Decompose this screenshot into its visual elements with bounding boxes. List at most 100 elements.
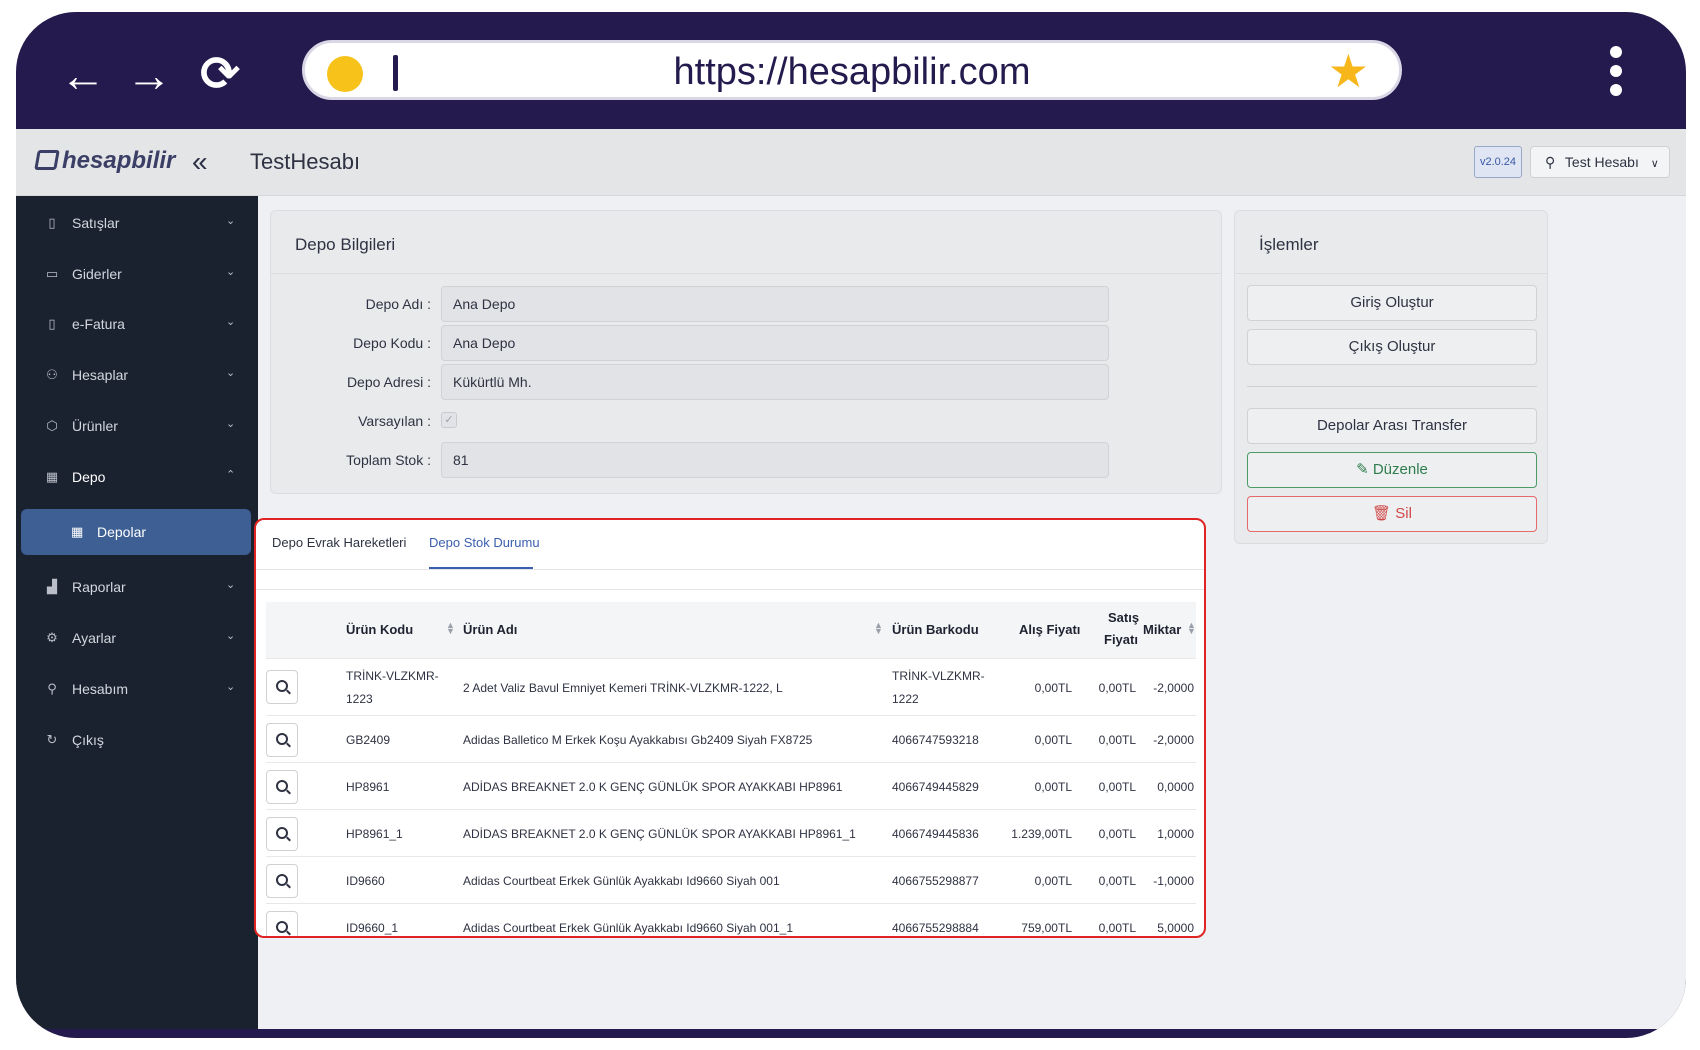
sidebar-item-cikis[interactable]: ↻ Çıkış [16, 719, 258, 763]
search-icon[interactable] [266, 911, 298, 936]
table-row: ID9660_1 Adidas Courtbeat Erkek Günlük A… [266, 903, 1196, 936]
depo-adresi-field[interactable]: Kükürtlü Mh. [441, 364, 1109, 400]
product-name: Adidas Balletico M Erkek Koşu Ayakkabısı… [463, 733, 813, 747]
forward-arrow-icon[interactable]: → [126, 52, 172, 98]
varsayilan-checkbox[interactable]: ✓ [441, 412, 457, 428]
warehouse-icon: ▦ [45, 469, 59, 484]
sell-price: 0,00TL [1098, 733, 1136, 747]
sidebar-item-ayarlar[interactable]: ⚙ Ayarlar ⌄ [16, 617, 258, 661]
field-label: Depo Adı : [365, 296, 431, 312]
address-bar[interactable]: https://hesapbilir.com ★ [302, 40, 1402, 100]
search-icon[interactable] [266, 864, 298, 898]
form-row-toplam-stok: Toplam Stok : 81 [271, 442, 1131, 478]
product-barcode: TRİNK-VLZKMR- [892, 669, 985, 683]
product-barcode: 4066747593218 [892, 733, 979, 747]
expenses-icon: ▭ [45, 266, 59, 281]
sidebar-item-label: Hesabım [72, 681, 129, 697]
search-icon[interactable] [266, 817, 298, 851]
product-barcode: 4066755298884 [892, 921, 979, 935]
sidebar-item-label: Hesaplar [72, 367, 129, 383]
version-badge: v2.0.24 [1474, 146, 1522, 178]
column-header-buy[interactable]: Alış Fiyatı [1019, 622, 1080, 637]
depo-adi-field[interactable]: Ana Depo [441, 286, 1109, 322]
product-code: 1223 [346, 692, 373, 706]
reload-icon[interactable]: ⟳ [200, 51, 240, 99]
buy-price: 0,00TL [1034, 681, 1072, 695]
sidebar-item-hesaplar[interactable]: ⚇ Hesaplar ⌄ [16, 354, 258, 398]
quantity: 0,0000 [1157, 780, 1194, 794]
user-menu-button[interactable]: ⚲ Test Hesabı ∨ [1530, 146, 1670, 178]
giris-olustur-button[interactable]: Giriş Oluştur [1247, 285, 1537, 321]
toplam-stok-field[interactable]: 81 [441, 442, 1109, 478]
browser-menu-icon[interactable] [1610, 46, 1624, 103]
depo-kodu-field[interactable]: Ana Depo [441, 325, 1109, 361]
app-logo[interactable]: hesapbilir [34, 147, 175, 175]
account-title: TestHesabı [250, 149, 361, 174]
search-icon[interactable] [266, 770, 298, 804]
delete-button[interactable]: 🗑 Sil [1247, 496, 1537, 532]
sidebar-subitem-depolar[interactable]: ▦ Depolar [21, 509, 251, 555]
column-header-code[interactable]: Ürün Kodu [346, 622, 413, 637]
sidebar-item-efatura[interactable]: ▯ e-Fatura ⌄ [16, 303, 258, 347]
quantity: -2,0000 [1153, 681, 1194, 695]
column-header-sell[interactable]: Satış [1108, 610, 1139, 625]
sidebar-item-satislar[interactable]: ▯ Satışlar ⌄ [16, 202, 258, 246]
product-code: TRİNK-VLZKMR- [346, 669, 439, 683]
search-icon[interactable] [266, 670, 298, 704]
app-window: hesapbilir « TestHesabı v2.0.24 ⚲ Test H… [16, 129, 1686, 1029]
search-icon[interactable] [266, 723, 298, 757]
quantity: -1,0000 [1153, 874, 1194, 888]
chevron-down-icon: ∨ [1650, 158, 1659, 170]
collapse-sidebar-icon[interactable]: « [192, 146, 208, 178]
buy-price: 0,00TL [1034, 733, 1072, 747]
tab-depo-evrak[interactable]: Depo Evrak Hareketleri [272, 535, 406, 550]
chevron-down-icon: ⌄ [226, 215, 236, 227]
chevron-down-icon: ⌄ [226, 418, 236, 430]
field-label: Depo Adresi : [346, 374, 431, 390]
sidebar-item-hesabim[interactable]: ⚲ Hesabım ⌄ [16, 668, 258, 712]
sidebar-item-giderler[interactable]: ▭ Giderler ⌄ [16, 253, 258, 297]
url-text[interactable]: https://hesapbilir.com [305, 51, 1399, 94]
sell-price: 0,00TL [1098, 780, 1136, 794]
sidebar-item-label: e-Fatura [72, 316, 125, 332]
sell-price: 0,00TL [1098, 681, 1136, 695]
product-name: ADİDAS BREAKNET 2.0 K GENÇ GÜNLÜK SPOR A… [463, 827, 856, 841]
sort-icon[interactable]: ▲ ▼ [874, 621, 883, 636]
logo-icon [34, 150, 60, 170]
sidebar-item-depo[interactable]: ▦ Depo ⌃ [16, 456, 258, 500]
sidebar-item-label: Depolar [97, 524, 147, 540]
edit-button[interactable]: ✎ Düzenle [1247, 452, 1537, 488]
sell-price: 0,00TL [1098, 874, 1136, 888]
sort-icon[interactable]: ▲ ▼ [1187, 621, 1196, 636]
product-barcode: 4066755298877 [892, 874, 979, 888]
form-row-depo-adresi: Depo Adresi : Kükürtlü Mh. [271, 364, 1131, 400]
panel-title: Depo Bilgileri [295, 235, 396, 254]
cikis-olustur-button[interactable]: Çıkış Oluştur [1247, 329, 1537, 365]
field-label: Depo Kodu : [353, 335, 431, 351]
chevron-up-icon: ⌃ [226, 469, 236, 481]
column-header-name[interactable]: Ürün Adı [463, 622, 517, 637]
column-header-barcode[interactable]: Ürün Barkodu [892, 622, 979, 637]
sidebar-item-label: Çıkış [72, 732, 104, 748]
browser-frame: ← → ⟳ https://hesapbilir.com ★ hesapbili… [16, 12, 1686, 1038]
tab-depo-stok[interactable]: Depo Stok Durumu [429, 535, 540, 550]
back-arrow-icon[interactable]: ← [60, 52, 106, 98]
form-row-varsayilan: Varsayılan : ✓ [271, 403, 1131, 439]
divider [1247, 386, 1537, 387]
product-code: ID9660_1 [346, 921, 399, 935]
column-header-qty[interactable]: Miktar [1143, 622, 1181, 637]
product-name: Adidas Courtbeat Erkek Günlük Ayakkabı I… [463, 874, 780, 888]
sidebar-item-raporlar[interactable]: ▟ Raporlar ⌄ [16, 566, 258, 610]
chevron-down-icon: ⌄ [226, 266, 236, 278]
bookmark-star-icon[interactable]: ★ [1328, 47, 1369, 95]
user-menu-label: Test Hesabı [1564, 154, 1639, 170]
transfer-button[interactable]: Depolar Arası Transfer [1247, 408, 1537, 444]
form-row-depo-kodu: Depo Kodu : Ana Depo [271, 325, 1131, 361]
divider [271, 273, 1221, 274]
sidebar-item-urunler[interactable]: ⬡ Ürünler ⌄ [16, 405, 258, 449]
divider [256, 589, 1204, 590]
sort-icon[interactable]: ▲ ▼ [446, 621, 455, 636]
table-row: GB2409 Adidas Balletico M Erkek Koşu Aya… [266, 715, 1196, 762]
column-header-sell[interactable]: Fiyatı [1104, 632, 1138, 647]
quantity: 1,0000 [1157, 827, 1194, 841]
